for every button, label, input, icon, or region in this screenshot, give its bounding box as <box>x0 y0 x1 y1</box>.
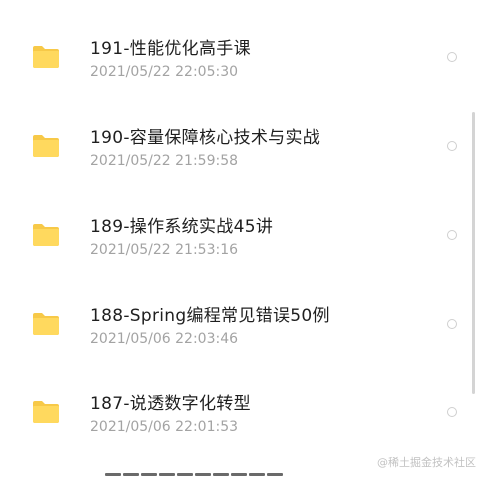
folder-icon <box>31 133 61 158</box>
file-name: 188-Spring编程常见错误50例 <box>90 306 330 326</box>
list-item[interactable]: 190-容量保障核心技术与实战 2021/05/22 21:59:58 <box>0 89 480 177</box>
list-item[interactable]: 187-说透数字化转型 2021/05/06 22:01:53 <box>0 355 480 443</box>
select-radio[interactable] <box>447 141 457 151</box>
select-radio[interactable] <box>447 407 457 417</box>
list-item[interactable]: 191-性能优化高手课 2021/05/22 22:05:30 <box>0 0 480 88</box>
list-item[interactable]: 188-Spring编程常见错误50例 2021/05/06 22:03:46 <box>0 267 480 355</box>
file-date: 2021/05/06 22:01:53 <box>90 419 239 435</box>
next-item-title-partial <box>105 473 305 483</box>
file-name: 190-容量保障核心技术与实战 <box>90 128 321 148</box>
list-item[interactable]: 189-操作系统实战45讲 2021/05/22 21:53:16 <box>0 178 480 266</box>
select-radio[interactable] <box>447 52 457 62</box>
folder-icon <box>31 44 61 69</box>
select-radio[interactable] <box>447 230 457 240</box>
file-date: 2021/05/06 22:03:46 <box>90 331 239 347</box>
select-radio[interactable] <box>447 319 457 329</box>
scrollbar[interactable] <box>472 112 475 394</box>
file-date: 2021/05/22 21:53:16 <box>90 242 239 258</box>
file-name: 187-说透数字化转型 <box>90 394 251 414</box>
file-name: 189-操作系统实战45讲 <box>90 217 274 237</box>
file-date: 2021/05/22 21:59:58 <box>90 153 239 169</box>
file-date: 2021/05/22 22:05:30 <box>90 64 239 80</box>
file-name: 191-性能优化高手课 <box>90 39 251 59</box>
folder-icon <box>31 311 61 336</box>
folder-icon <box>31 399 61 424</box>
folder-icon <box>31 222 61 247</box>
watermark: @稀土掘金技术社区 <box>377 456 476 469</box>
